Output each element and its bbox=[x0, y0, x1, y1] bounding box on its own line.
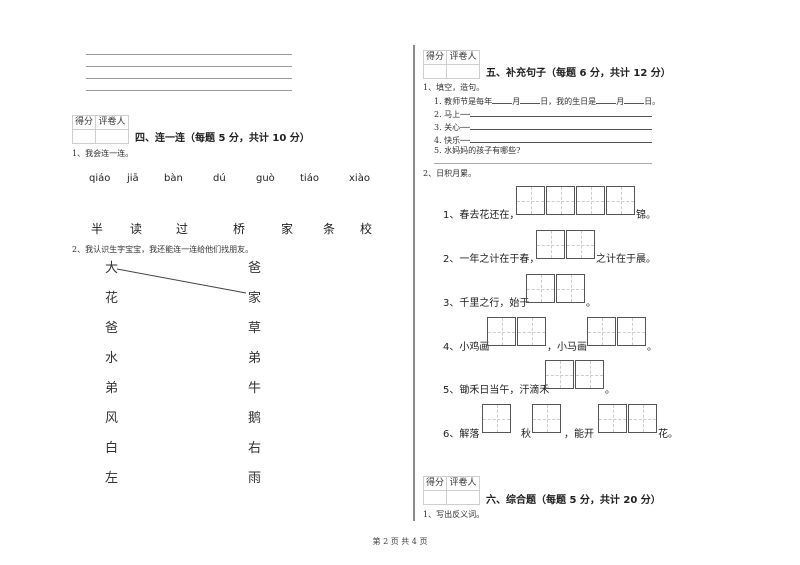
section5-q1-prompt: 1、填空，造句。 bbox=[423, 83, 485, 92]
proverb-text: 1、春去花还在， bbox=[443, 210, 520, 221]
fill-text: 日，我的生日是 bbox=[540, 97, 597, 106]
section6-q1-prompt: 1、写出反义词。 bbox=[423, 510, 485, 519]
tianzige-box[interactable] bbox=[545, 360, 574, 389]
proverb-text: 5、锄禾日当午，汗滴禾 bbox=[443, 385, 550, 396]
fill-text: 日。 bbox=[644, 97, 661, 106]
tianzige-box[interactable] bbox=[536, 230, 565, 259]
grader-label: 评卷人 bbox=[449, 52, 477, 62]
tianzige-box[interactable] bbox=[482, 404, 511, 433]
page-number: 第 2 页 共 4 页 bbox=[372, 537, 428, 546]
score-box-section6: 得分 评卷人 bbox=[423, 476, 480, 505]
fill-text: 月 bbox=[616, 97, 625, 106]
fill-text: 3. 关心── bbox=[434, 123, 470, 132]
section6-title: 六、综合题（每题 5 分，共计 20 分） bbox=[486, 495, 661, 506]
proverb-text: 锦。 bbox=[636, 210, 656, 221]
blank-day[interactable] bbox=[520, 94, 541, 104]
fill-item-2: 2. 马上── bbox=[434, 107, 652, 120]
fill-text: 1. 教师节是每年 bbox=[434, 97, 493, 106]
tianzige-box[interactable] bbox=[617, 317, 646, 346]
blank-sentence[interactable] bbox=[469, 107, 652, 117]
tianzige-box[interactable] bbox=[575, 360, 604, 389]
tianzige-box[interactable] bbox=[516, 186, 545, 215]
tianzige-box[interactable] bbox=[487, 317, 516, 346]
tianzige-box[interactable] bbox=[598, 404, 627, 433]
proverb-text: 。 bbox=[605, 385, 615, 396]
proverb-text: 花。 bbox=[658, 429, 678, 440]
tianzige-box[interactable] bbox=[566, 230, 595, 259]
proverb-text: 3、千里之行，始于 bbox=[443, 298, 530, 309]
proverb-text: 。 bbox=[586, 298, 596, 309]
proverb-text: 6、解落 bbox=[443, 429, 480, 440]
tianzige-box[interactable] bbox=[576, 186, 605, 215]
grader-label: 评卷人 bbox=[449, 478, 477, 488]
fill-item-1: 1. 教师节是每年 月 日，我的生日是 月 日。 bbox=[434, 94, 660, 107]
tianzige-box[interactable] bbox=[606, 186, 635, 215]
proverb-text: 秋 bbox=[521, 429, 531, 440]
blank-birth-month[interactable] bbox=[596, 94, 617, 104]
blank-month[interactable] bbox=[492, 94, 513, 104]
fill-text: 月 bbox=[512, 97, 521, 106]
blank-sentence[interactable] bbox=[469, 133, 652, 143]
fill-text: 2. 马上── bbox=[434, 110, 470, 119]
tianzige-box[interactable] bbox=[556, 274, 585, 303]
proverb-text: 4、小鸡画 bbox=[443, 342, 490, 353]
connection-line bbox=[116, 268, 247, 294]
section5-q2-prompt: 2、日积月累。 bbox=[423, 169, 477, 178]
score-box-section5: 得分 评卷人 bbox=[423, 50, 480, 79]
fill-item-3: 3. 关心── bbox=[434, 120, 652, 133]
blank-birth-day[interactable] bbox=[624, 94, 645, 104]
answer-line[interactable] bbox=[434, 163, 652, 164]
tianzige-box[interactable] bbox=[532, 404, 561, 433]
proverb-text: 2、一年之计在于春， bbox=[443, 254, 540, 265]
tianzige-box[interactable] bbox=[587, 317, 616, 346]
fill-text: 4. 快乐── bbox=[434, 136, 470, 145]
fill-item-5: 5. 水妈妈的孩子有哪些? bbox=[434, 146, 521, 155]
proverb-text: 之计在于晨。 bbox=[596, 254, 656, 265]
proverb-text: ，小马画 bbox=[547, 342, 587, 353]
blank-sentence[interactable] bbox=[469, 120, 652, 130]
tianzige-box[interactable] bbox=[628, 404, 657, 433]
tianzige-box[interactable] bbox=[517, 317, 546, 346]
proverb-text: 。 bbox=[647, 342, 657, 353]
tianzige-box[interactable] bbox=[526, 274, 555, 303]
proverb-text: ，能开 bbox=[564, 429, 594, 440]
section5-title: 五、补充句子（每题 6 分，共计 12 分） bbox=[486, 68, 671, 79]
tianzige-box[interactable] bbox=[546, 186, 575, 215]
column-divider bbox=[413, 45, 415, 521]
